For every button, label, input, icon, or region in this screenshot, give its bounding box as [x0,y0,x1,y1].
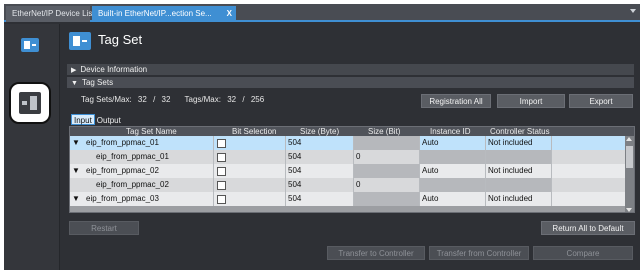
section-device-information[interactable]: ▶ Device Information [67,64,634,75]
instance-id-cell[interactable]: Auto [420,192,486,206]
tag-counts: Tag Sets/Max: 32 / 32 Tags/Max: 32 / 256 [81,95,268,104]
scroll-thumb[interactable] [626,146,633,168]
tag-set-icon[interactable] [19,92,41,114]
caret-down-icon: ▼ [71,80,78,87]
size-byte-cell[interactable]: 504 [286,178,354,192]
col-tag-set-name[interactable]: Tag Set Name [126,127,177,136]
size-bit-cell[interactable]: 0 [354,150,420,164]
tab-output[interactable]: Output [95,115,123,126]
main-panel: Tag Set ▶ Device Information ▼ Tag Sets Ta… [61,24,640,270]
col-bit-selection[interactable]: Bit Selection [232,127,276,136]
export-button[interactable]: Export [569,94,633,108]
bit-selection-cell[interactable] [214,150,286,164]
tag-set-window: EtherNet/IP Device List Built-in EtherNe… [4,4,640,270]
size-byte-cell[interactable]: 504 [286,192,354,206]
tags-sep: / [242,95,245,104]
size-bit-cell[interactable]: 0 [354,178,420,192]
size-byte-cell[interactable]: 504 [286,150,354,164]
expand-icon[interactable]: ▼ [72,192,80,206]
registration-all-button[interactable]: Registration All [421,94,491,108]
table-header: Tag Set Name Bit Selection Size (Byte) S… [70,127,634,136]
tab-ethernetip-device-list[interactable]: EtherNet/IP Device List [6,6,95,22]
col-controller-status[interactable]: Controller Status [490,127,550,136]
expand-icon[interactable]: ▼ [72,164,80,178]
controller-status-cell [486,150,552,164]
table-row[interactable]: eip_from_ppmac_01 504 0 [70,150,626,164]
section-label: Tag Sets [81,78,114,87]
tag-name-cell[interactable]: eip_from_ppmac_01 [84,150,214,164]
tag-set-name-cell[interactable]: eip_from_ppmac_01 [84,136,214,150]
left-rail [4,24,60,270]
bit-selection-cell[interactable] [214,178,286,192]
size-bit-cell [354,164,420,178]
restart-button[interactable]: Restart [69,221,139,235]
caret-right-icon: ▶ [71,67,77,74]
tab-label: Built-in EtherNet/IP...ection Se... [98,9,212,18]
col-size-byte[interactable]: Size (Byte) [300,127,339,136]
bit-selection-checkbox[interactable] [217,181,226,190]
page-title: Tag Set [98,32,143,47]
bit-selection-checkbox[interactable] [217,153,226,162]
chevron-down-icon[interactable] [630,9,636,13]
instance-id-cell[interactable]: Auto [420,136,486,150]
device-list-icon[interactable] [21,38,39,52]
scroll-down-icon[interactable] [626,208,632,212]
bit-selection-checkbox[interactable] [217,139,226,148]
tag-set-header-icon [69,32,91,50]
tagsets-max: 32 [161,95,171,104]
tag-name-cell[interactable]: eip_from_ppmac_02 [84,178,214,192]
size-bit-cell [354,136,420,150]
expand-icon[interactable]: ▼ [72,136,80,150]
tag-set-table: Tag Set Name Bit Selection Size (Byte) S… [69,126,635,213]
tab-input[interactable]: Input [71,114,95,125]
tag-set-name-cell[interactable]: eip_from_ppmac_02 [84,164,214,178]
size-byte-cell[interactable]: 504 [286,136,354,150]
tagsets-sep: / [153,95,156,104]
tagsets-label: Tag Sets/Max: [81,95,132,104]
tagsets-value: 32 [137,95,147,104]
return-all-to-default-button[interactable]: Return All to Default [541,221,635,235]
controller-status-cell: Not included [486,164,552,178]
transfer-from-controller-button[interactable]: Transfer from Controller [429,246,529,260]
table-row[interactable]: ▼ eip_from_ppmac_02 504 Auto Not include… [70,164,626,178]
tags-max: 256 [250,95,265,104]
bit-selection-cell[interactable] [214,136,286,150]
tag-set-name-cell[interactable]: eip_from_ppmac_03 [84,192,214,206]
compare-button[interactable]: Compare [533,246,633,260]
import-button[interactable]: Import [497,94,565,108]
bit-selection-cell[interactable] [214,192,286,206]
close-icon[interactable]: X [227,6,232,22]
table-row[interactable]: ▼ eip_from_ppmac_03 504 Auto Not include… [70,192,626,206]
instance-id-cell [420,178,486,192]
tags-label: Tags/Max: [184,95,221,104]
table-row[interactable]: ▼ eip_from_ppmac_01 504 Auto Not include… [70,136,626,150]
bit-selection-cell[interactable] [214,164,286,178]
col-size-bit[interactable]: Size (Bit) [368,127,400,136]
io-subtabs: Input Output [71,114,123,125]
table-row[interactable]: eip_from_ppmac_02 504 0 [70,178,626,192]
controller-status-cell [486,178,552,192]
bit-selection-checkbox[interactable] [217,195,226,204]
transfer-to-controller-button[interactable]: Transfer to Controller [327,246,425,260]
table-scrollbar[interactable] [625,136,634,212]
instance-id-cell [420,150,486,164]
controller-status-cell: Not included [486,136,552,150]
tags-value: 32 [227,95,237,104]
size-byte-cell[interactable]: 504 [286,164,354,178]
editor-tab-strip: EtherNet/IP Device List Built-in EtherNe… [4,4,640,22]
col-instance-id[interactable]: Instance ID [430,127,470,136]
section-tag-sets[interactable]: ▼ Tag Sets [67,77,634,88]
bit-selection-checkbox[interactable] [217,167,226,176]
controller-status-cell: Not included [486,192,552,206]
section-label: Device Information [80,65,148,74]
scroll-up-icon[interactable] [626,137,632,141]
instance-id-cell[interactable]: Auto [420,164,486,178]
highlight-callout [9,82,51,124]
size-bit-cell [354,192,420,206]
tab-label: EtherNet/IP Device List [12,9,95,18]
tab-builtin-ethernetip-connection[interactable]: Built-in EtherNet/IP...ection Se... X [92,6,236,22]
